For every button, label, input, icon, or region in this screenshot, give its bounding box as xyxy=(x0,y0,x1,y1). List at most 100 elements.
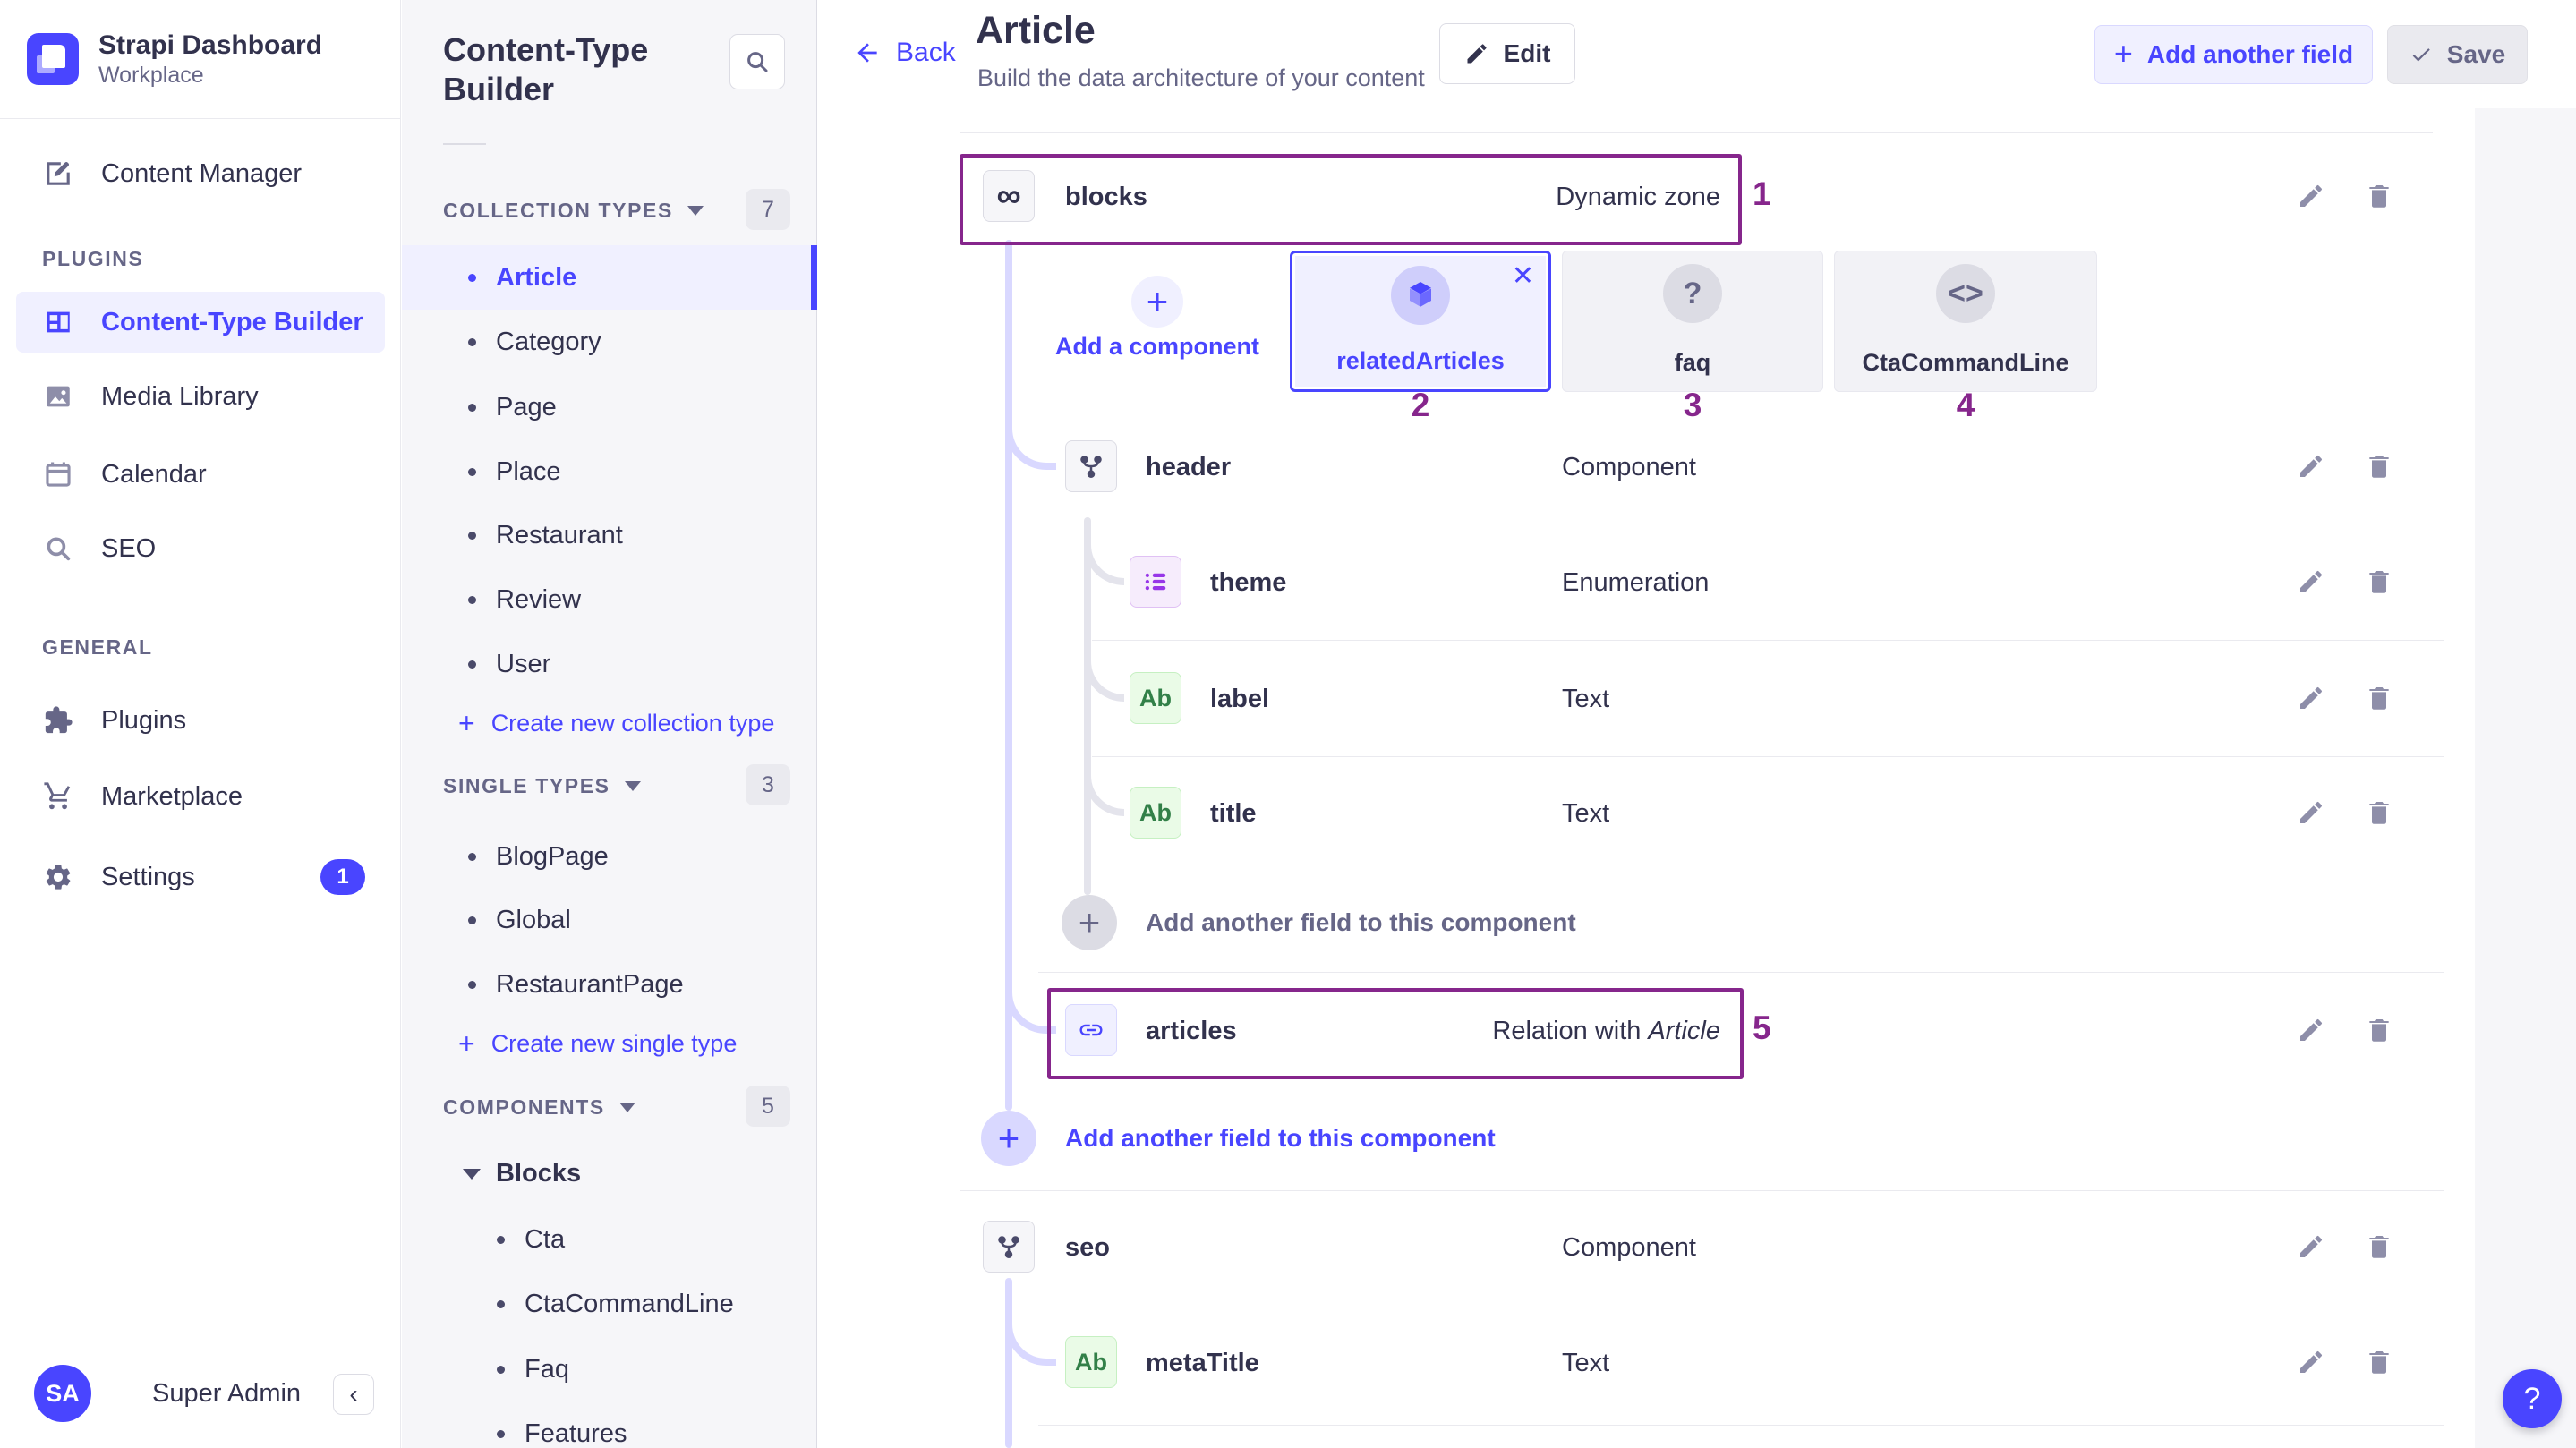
sidebar-item-content-manager[interactable]: Content Manager xyxy=(0,145,401,202)
component-field-icon xyxy=(1065,440,1117,492)
create-collection-type-link[interactable]: + Create new collection type xyxy=(458,707,774,740)
enumeration-field-icon xyxy=(1130,556,1181,608)
delete-field-icon[interactable] xyxy=(2365,182,2393,210)
sidebar-item-media-library[interactable]: Media Library xyxy=(0,368,401,425)
collection-type-category[interactable]: Category xyxy=(402,310,817,374)
add-component-button[interactable]: + xyxy=(1131,276,1183,328)
sidebar-item-label: SEO xyxy=(101,534,156,564)
divider xyxy=(443,143,486,145)
edit-button[interactable]: Edit xyxy=(1439,23,1575,84)
sidebar-item-marketplace[interactable]: Marketplace xyxy=(0,768,401,825)
sidebar-item-plugins[interactable]: Plugins xyxy=(0,692,401,749)
collection-type-article[interactable]: Article xyxy=(402,245,817,310)
add-field-to-component-button[interactable]: + xyxy=(981,1111,1036,1166)
sidebar-item-content-type-builder[interactable]: Content-Type Builder xyxy=(16,292,385,353)
search-button[interactable] xyxy=(729,34,785,89)
collapse-sidebar-button[interactable]: ‹ xyxy=(333,1374,374,1415)
annotation-number-2: 2 xyxy=(1412,387,1430,424)
collection-type-user[interactable]: User xyxy=(402,632,817,696)
relation-target: Article xyxy=(1648,1017,1720,1045)
add-field-to-component-label[interactable]: Add another field to this component xyxy=(1146,908,1576,937)
page-subtitle: Build the data architecture of your cont… xyxy=(977,64,1425,92)
delete-field-icon[interactable] xyxy=(2365,1232,2393,1261)
edit-field-icon[interactable] xyxy=(2297,1348,2325,1376)
edit-field-icon[interactable] xyxy=(2297,1232,2325,1261)
builder-sidebar: Content-Type Builder COLLECTION TYPES 7 … xyxy=(402,0,817,1448)
chevron-down-icon xyxy=(463,1169,481,1180)
components-label: COMPONENTS xyxy=(443,1095,605,1120)
delete-field-icon[interactable] xyxy=(2365,452,2393,481)
delete-field-icon[interactable] xyxy=(2365,1348,2393,1376)
delete-field-icon[interactable] xyxy=(2365,684,2393,712)
save-button[interactable]: Save xyxy=(2387,25,2528,84)
strapi-content-type-builder-app: Strapi Dashboard Workplace Content Manag… xyxy=(0,0,2576,1448)
field-type-articles: Relation withArticle xyxy=(1378,1017,1720,1046)
add-component-label[interactable]: Add a component xyxy=(1055,333,1259,361)
sidebar-item-label: Content Manager xyxy=(101,159,302,189)
component-card-ctacommandline[interactable]: <> CtaCommandLine xyxy=(1834,251,2097,392)
component-faq[interactable]: Faq xyxy=(402,1337,817,1401)
help-button[interactable]: ? xyxy=(2503,1369,2562,1428)
bullet-icon xyxy=(468,404,476,412)
main-sidebar: Strapi Dashboard Workplace Content Manag… xyxy=(0,0,401,1448)
annotation-number-4: 4 xyxy=(1957,387,1975,424)
back-button[interactable]: Back xyxy=(853,38,956,68)
sidebar-item-seo[interactable]: SEO xyxy=(0,520,401,577)
user-avatar[interactable]: SA xyxy=(34,1365,91,1422)
sidebar-section-general: GENERAL xyxy=(42,635,153,660)
chevron-down-icon xyxy=(625,781,641,791)
back-label: Back xyxy=(896,38,956,68)
delete-field-icon[interactable] xyxy=(2365,567,2393,596)
edit-field-icon[interactable] xyxy=(2297,182,2325,210)
bullet-icon xyxy=(497,1430,505,1438)
item-label: Category xyxy=(496,328,601,357)
components-header[interactable]: COMPONENTS xyxy=(443,1095,635,1120)
delete-field-icon[interactable] xyxy=(2365,798,2393,827)
plus-icon: + xyxy=(1147,280,1169,323)
add-another-field-button[interactable]: + Add another field xyxy=(2094,25,2373,84)
close-icon[interactable]: ✕ xyxy=(1512,260,1534,292)
field-name-theme: theme xyxy=(1210,568,1286,598)
edit-field-icon[interactable] xyxy=(2297,1016,2325,1044)
add-field-to-component-label[interactable]: Add another field to this component xyxy=(1065,1124,1496,1153)
edit-field-icon[interactable] xyxy=(2297,798,2325,827)
add-field-to-component-button[interactable]: + xyxy=(1062,895,1117,950)
chevron-down-icon xyxy=(687,206,704,216)
component-card-faq[interactable]: ? faq xyxy=(1562,251,1823,392)
collection-type-restaurant[interactable]: Restaurant xyxy=(402,503,817,567)
collection-type-review[interactable]: Review xyxy=(402,567,817,632)
edit-field-icon[interactable] xyxy=(2297,567,2325,596)
pencil-icon xyxy=(1464,41,1489,66)
delete-field-icon[interactable] xyxy=(2365,1016,2393,1044)
edit-field-icon[interactable] xyxy=(2297,452,2325,481)
bullet-icon xyxy=(468,532,476,540)
single-types-header[interactable]: SINGLE TYPES xyxy=(443,774,641,798)
single-type-restaurantpage[interactable]: RestaurantPage xyxy=(402,952,817,1017)
create-single-type-link[interactable]: + Create new single type xyxy=(458,1027,737,1060)
sidebar-item-calendar[interactable]: Calendar xyxy=(0,446,401,503)
component-card-label: faq xyxy=(1563,349,1822,377)
item-label: Review xyxy=(496,585,581,615)
edit-field-icon[interactable] xyxy=(2297,684,2325,712)
component-card-relatedarticles[interactable]: ✕ relatedArticles xyxy=(1290,251,1551,392)
component-field-icon xyxy=(983,1221,1035,1273)
workspace-brand[interactable]: Strapi Dashboard Workplace xyxy=(0,0,400,119)
divider xyxy=(1038,1425,2444,1426)
collection-types-header[interactable]: COLLECTION TYPES xyxy=(443,199,704,223)
field-name-title: title xyxy=(1210,799,1257,829)
component-ctacommandline[interactable]: CtaCommandLine xyxy=(402,1272,817,1336)
plus-icon: + xyxy=(998,1117,1020,1160)
search-icon xyxy=(42,532,74,565)
bullet-icon xyxy=(468,916,476,924)
workspace-title: Strapi Dashboard xyxy=(98,30,322,62)
single-type-blogpage[interactable]: BlogPage xyxy=(402,824,817,889)
collection-type-place[interactable]: Place xyxy=(402,439,817,504)
component-cta[interactable]: Cta xyxy=(402,1207,817,1272)
single-type-global[interactable]: Global xyxy=(402,888,817,952)
collection-type-page[interactable]: Page xyxy=(402,375,817,439)
component-group-blocks[interactable]: Blocks xyxy=(463,1159,581,1188)
field-name-header: header xyxy=(1146,453,1231,482)
component-features[interactable]: Features xyxy=(402,1401,817,1448)
media-library-icon xyxy=(42,380,74,413)
single-types-count: 3 xyxy=(746,764,790,805)
